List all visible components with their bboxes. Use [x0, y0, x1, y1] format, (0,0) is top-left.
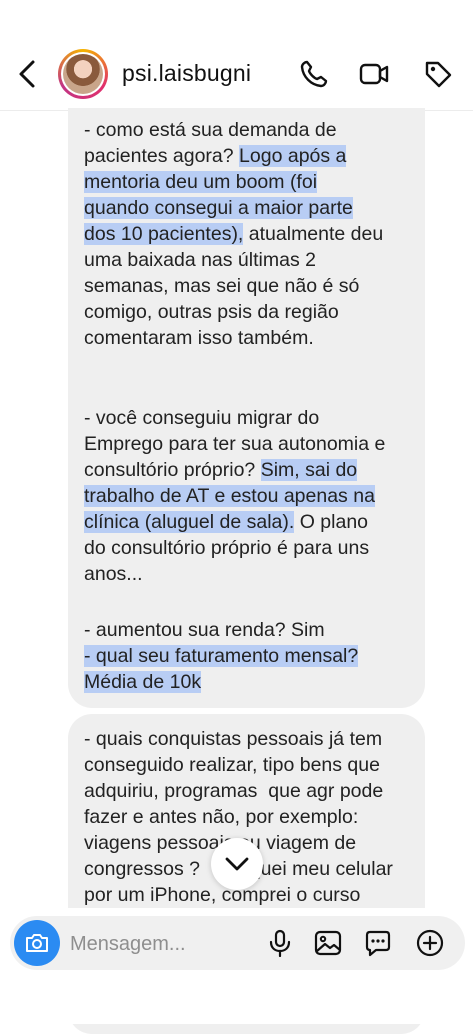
message-input[interactable]	[68, 930, 262, 958]
camera-icon	[26, 934, 48, 952]
camera-button[interactable]	[14, 920, 60, 966]
plus-icon[interactable]	[416, 929, 444, 957]
message-composer	[10, 916, 465, 970]
sticker-icon[interactable]	[364, 929, 392, 957]
username[interactable]: psi.laisbugni	[122, 60, 251, 87]
profile-photo	[63, 54, 103, 94]
gallery-icon[interactable]	[314, 929, 342, 957]
back-icon[interactable]	[14, 56, 42, 92]
tag-icon[interactable]	[422, 58, 454, 90]
message-text: - você conseguiu migrar do Emprego para …	[84, 407, 386, 585]
chat-header: psi.laisbugni	[0, 0, 473, 111]
mic-icon[interactable]	[266, 929, 294, 957]
message-text: - como está sua demanda de pacientes ago…	[84, 119, 384, 349]
chevron-down-icon	[225, 857, 249, 871]
message-bubble[interactable]: - como está sua demanda de pacientes ago…	[68, 108, 425, 708]
scroll-to-bottom-button[interactable]	[211, 838, 263, 890]
avatar[interactable]	[58, 49, 108, 99]
message-text: - aumentou sua renda? Sim - qual seu fat…	[84, 619, 359, 693]
phone-icon[interactable]	[298, 58, 330, 90]
video-icon[interactable]	[358, 58, 390, 90]
